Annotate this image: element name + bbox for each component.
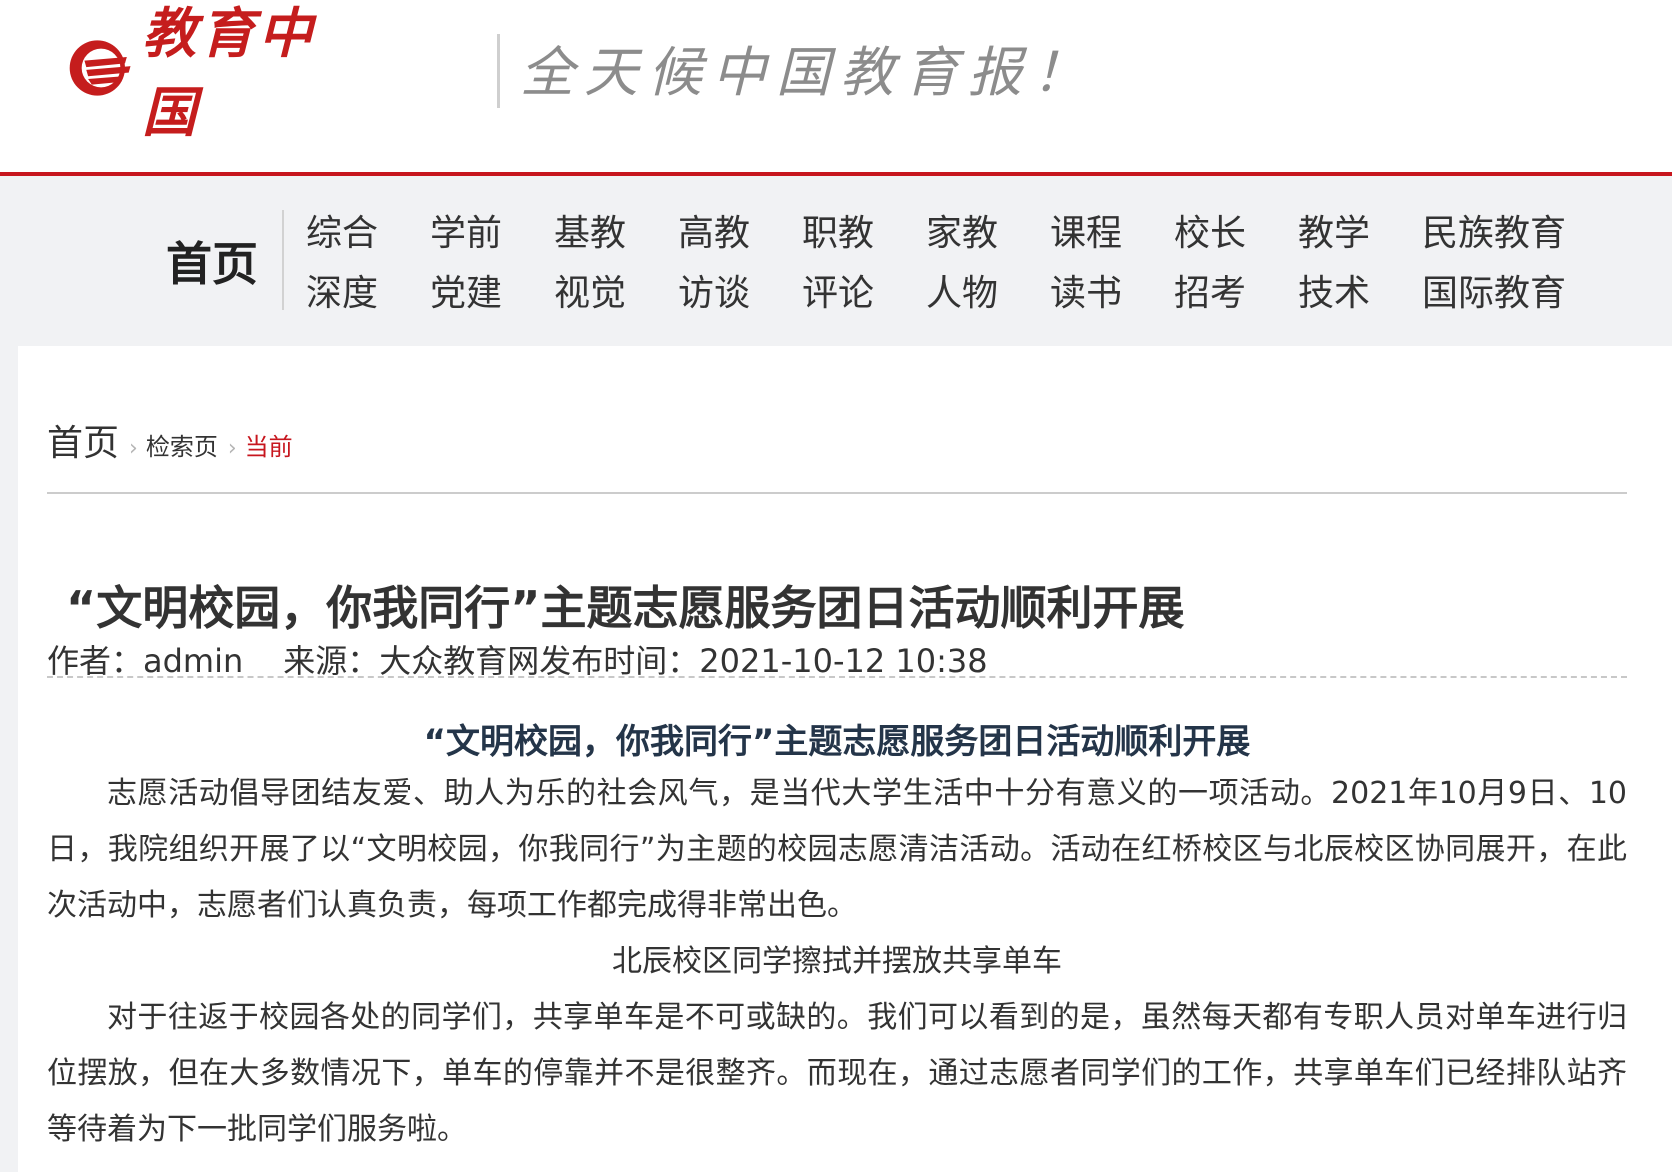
article-paragraph-2: 对于往返于校园各处的同学们，共享单车是不可或缺的。我们可以看到的是，虽然每天都有…	[47, 1000, 1627, 1147]
article-body: 志愿活动倡导团结友爱、助人为乐的社会风气，是当代大学生活中十分有意义的一项活动。…	[47, 766, 1627, 1158]
chevron-right-icon: ›	[227, 436, 237, 461]
article-author: 作者：admin	[47, 642, 244, 680]
nav-link-zhijiao[interactable]: 职教	[802, 204, 874, 256]
breadcrumb-home-link[interactable]: 首页	[47, 414, 119, 466]
nav-link-fangtan[interactable]: 访谈	[678, 264, 750, 316]
nav-row-1: 综合 学前 基教 高教 职教 家教 课程 校长 教学 民族教育	[300, 204, 1672, 264]
nav-link-jiajiao[interactable]: 家教	[926, 204, 998, 256]
nav-link-dangjian[interactable]: 党建	[430, 264, 502, 316]
meta-divider	[47, 676, 1627, 678]
nav-link-kecheng[interactable]: 课程	[1050, 204, 1122, 256]
nav-link-guoji-jiaoyu[interactable]: 国际教育	[1422, 264, 1566, 316]
nav-grid: 综合 学前 基教 高教 职教 家教 课程 校长 教学 民族教育 深度 党建 视觉…	[300, 204, 1672, 324]
nav-link-shijue[interactable]: 视觉	[554, 264, 626, 316]
article-container: 首页 › 检索页 › 当前 “文明校园，你我同行”主题志愿服务团日活动顺利开展 …	[18, 346, 1672, 1172]
nav-link-jijiao[interactable]: 基教	[554, 204, 626, 256]
article-title: “文明校园，你我同行”主题志愿服务团日活动顺利开展	[66, 581, 1185, 635]
nav-link-zhaokao[interactable]: 招考	[1174, 264, 1246, 316]
breadcrumb-current: 当前	[244, 433, 293, 461]
nav-link-gaojiao[interactable]: 高教	[678, 204, 750, 256]
page-background-band	[0, 336, 1672, 346]
article-paragraph-1: 志愿活动倡导团结友爱、助人为乐的社会风气，是当代大学生活中十分有意义的一项活动。…	[47, 776, 1627, 923]
chevron-right-icon: ›	[129, 436, 138, 461]
nav-home-link[interactable]: 首页	[166, 228, 258, 294]
nav-link-xiaozhang[interactable]: 校长	[1174, 204, 1246, 256]
header-divider	[497, 34, 500, 108]
logo-swoosh-icon	[69, 40, 131, 96]
breadcrumb-divider	[47, 492, 1627, 494]
logo-wordmark: 教育中国	[142, 1, 317, 144]
nav-link-minzu-jiaoyu[interactable]: 民族教育	[1422, 204, 1566, 256]
article-body-title: “文明校园，你我同行”主题志愿服务团日活动顺利开展	[423, 722, 1251, 762]
nav-link-xueqian[interactable]: 学前	[430, 204, 502, 256]
header-slogan: 全天候中国教育报！	[520, 41, 1096, 104]
nav-divider	[282, 210, 284, 310]
page-background-left	[0, 336, 18, 1172]
nav-row-2: 深度 党建 视觉 访谈 评论 人物 读书 招考 技术 国际教育	[300, 264, 1672, 324]
nav-link-zonghe[interactable]: 综合	[306, 204, 378, 256]
nav-link-shendu[interactable]: 深度	[306, 264, 378, 316]
breadcrumb: 首页 › 检索页 › 当前	[47, 414, 293, 466]
nav-link-renwu[interactable]: 人物	[926, 264, 998, 316]
site-logo[interactable]: 教育中国	[66, 1, 356, 144]
nav-link-pinglun[interactable]: 评论	[802, 264, 874, 316]
image-caption: 北辰校区同学擦拭并摆放共享单车	[612, 944, 1062, 979]
site-header: 教育中国 全天候中国教育报！	[0, 0, 1672, 172]
nav-link-jiaoxue[interactable]: 教学	[1298, 204, 1370, 256]
nav-link-dushu[interactable]: 读书	[1050, 264, 1122, 316]
main-navigation: 首页 综合 学前 基教 高教 职教 家教 课程 校长 教学 民族教育 深度 党建…	[0, 176, 1672, 336]
breadcrumb-search-link[interactable]: 检索页	[146, 427, 218, 462]
article-source-time: 来源：大众教育网发布时间：2021-10-12 10:38	[283, 642, 988, 680]
nav-link-jishu[interactable]: 技术	[1298, 264, 1370, 316]
